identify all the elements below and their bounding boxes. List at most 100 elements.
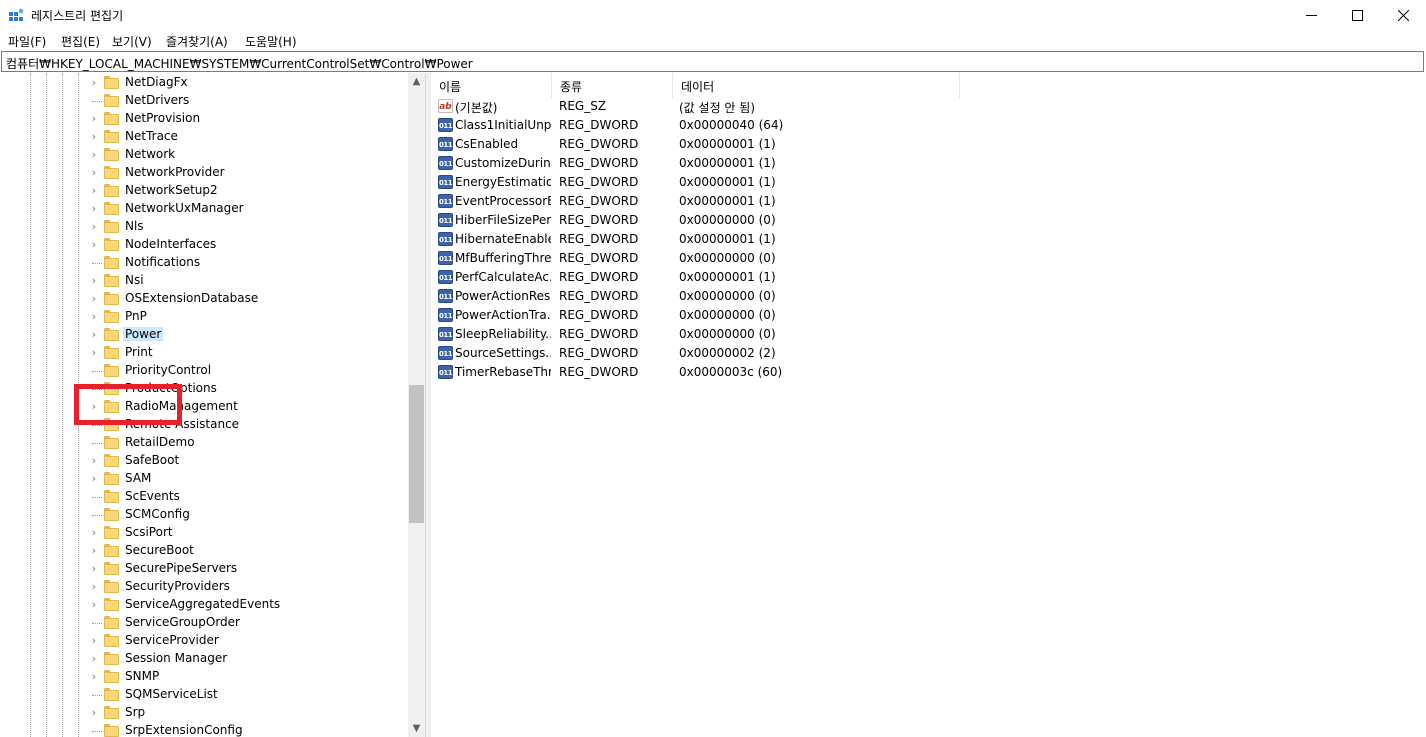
address-path[interactable]: 컴퓨터₩HKEY_LOCAL_MACHINE₩SYSTEM₩CurrentCon…	[6, 55, 473, 72]
chevron-right-icon[interactable]: ›	[88, 148, 100, 162]
column-header-type[interactable]: 종류	[552, 73, 673, 98]
address-bar[interactable]: 컴퓨터₩HKEY_LOCAL_MACHINE₩SYSTEM₩CurrentCon…	[1, 51, 1424, 72]
value-row[interactable]: 011Class1InitialUnp... REG_DWORD 0x0000004…	[431, 116, 1426, 135]
chevron-right-icon[interactable]: ›	[88, 184, 100, 198]
scrollbar-thumb[interactable]	[409, 385, 424, 523]
tree-item[interactable]: › NodeInterfaces	[88, 236, 408, 254]
value-row[interactable]: 011EnergyEstimatio... REG_DWORD 0x00000001…	[431, 173, 1426, 192]
tree-item[interactable]: › SecureBoot	[88, 542, 408, 560]
menu-favorites[interactable]: 즐겨찾기(A)	[166, 33, 228, 50]
dword-value-icon: 011	[438, 137, 453, 151]
value-row[interactable]: 011 SleepReliability... REG_DWORD 0x0000000…	[431, 325, 1426, 344]
column-header-name[interactable]: 이름	[431, 73, 552, 98]
value-row[interactable]: 011PowerActionRes... REG_DWORD 0x00000000 …	[431, 287, 1426, 306]
tree-item[interactable]: SQMServiceList	[88, 686, 408, 704]
chevron-right-icon[interactable]: ›	[88, 544, 100, 558]
tree-item[interactable]: › SecurityProviders	[88, 578, 408, 596]
value-row[interactable]: 011 CsEnabled REG_DWORD 0x00000001 (1)	[431, 135, 1426, 154]
value-row[interactable]: 011CustomizeDurin... REG_DWORD 0x00000001 …	[431, 154, 1426, 173]
tree-item-label: Session Manager	[125, 651, 228, 665]
value-row[interactable]: 011 PowerActionTra... REG_DWORD 0x00000000 …	[431, 306, 1426, 325]
tree-item[interactable]: › NetTrace	[88, 128, 408, 146]
value-row[interactable]: ab (기본값) REG_SZ (값 설정 안 됨)	[431, 97, 1426, 116]
tree-item[interactable]: › ServiceProvider	[88, 632, 408, 650]
tree-item[interactable]: › SAM	[88, 470, 408, 488]
tree-item[interactable]: › SNMP	[88, 668, 408, 686]
tree-item[interactable]: ScEvents	[88, 488, 408, 506]
folder-icon	[104, 724, 119, 737]
chevron-right-icon[interactable]: ›	[88, 634, 100, 648]
chevron-right-icon[interactable]: ›	[88, 328, 100, 342]
value-name: HiberFileSizePer...	[455, 213, 551, 227]
tree-item[interactable]: › NetworkSetup2	[88, 182, 408, 200]
tree-item[interactable]: › ScsiPort	[88, 524, 408, 542]
tree-item[interactable]: › Nls	[88, 218, 408, 236]
tree-item[interactable]: › NetworkProvider	[88, 164, 408, 182]
chevron-right-icon[interactable]: ›	[88, 130, 100, 144]
chevron-right-icon[interactable]: ›	[88, 76, 100, 90]
tree-item[interactable]: › OSExtensionDatabase	[88, 290, 408, 308]
value-row[interactable]: 011EventProcessorE... REG_DWORD 0x00000001…	[431, 192, 1426, 211]
minimize-button[interactable]	[1288, 0, 1334, 30]
tree-item[interactable]: › Session Manager	[88, 650, 408, 668]
tree-connector-line	[92, 263, 102, 264]
chevron-right-icon[interactable]: ›	[88, 706, 100, 720]
value-row[interactable]: 011 PerfCalculateAc... REG_DWORD 0x00000001…	[431, 268, 1426, 287]
tree-item[interactable]: RetailDemo	[88, 434, 408, 452]
value-row[interactable]: 011 HiberFileSizePer... REG_DWORD 0x0000000…	[431, 211, 1426, 230]
close-button[interactable]	[1380, 0, 1426, 30]
tree-item[interactable]: › Print	[88, 344, 408, 362]
folder-icon	[104, 76, 119, 89]
value-row[interactable]: 011 SourceSettings... REG_DWORD 0x00000002 …	[431, 344, 1426, 363]
chevron-right-icon[interactable]: ›	[88, 454, 100, 468]
tree-item[interactable]: NetDrivers	[88, 92, 408, 110]
chevron-right-icon[interactable]: ›	[88, 670, 100, 684]
chevron-right-icon[interactable]: ›	[88, 274, 100, 288]
folder-icon	[104, 310, 119, 323]
tree-item[interactable]: Notifications	[88, 254, 408, 272]
value-row[interactable]: 011MfBufferingThre... REG_DWORD 0x00000000…	[431, 249, 1426, 268]
tree-item[interactable]: ServiceGroupOrder	[88, 614, 408, 632]
value-row[interactable]: 011HibernateEnable... REG_DWORD 0x00000001…	[431, 230, 1426, 249]
tree-item[interactable]: › Network	[88, 146, 408, 164]
chevron-right-icon[interactable]: ›	[88, 526, 100, 540]
tree-item[interactable]: PriorityControl	[88, 362, 408, 380]
tree-item[interactable]: › PnP	[88, 308, 408, 326]
chevron-right-icon[interactable]: ›	[88, 220, 100, 234]
chevron-right-icon[interactable]: ›	[88, 598, 100, 612]
chevron-right-icon[interactable]: ›	[88, 112, 100, 126]
chevron-right-icon[interactable]: ›	[88, 652, 100, 666]
chevron-right-icon[interactable]: ›	[88, 202, 100, 216]
menu-edit[interactable]: 편집(E)	[61, 33, 100, 50]
maximize-button[interactable]	[1334, 0, 1380, 30]
tree-item-label: SecureBoot	[125, 543, 194, 557]
tree-item[interactable]: › Nsi	[88, 272, 408, 290]
tree-item[interactable]: › NetProvision	[88, 110, 408, 128]
tree-scrollbar[interactable]: ▲ ▼	[408, 73, 425, 737]
menu-file[interactable]: 파일(F)	[8, 33, 46, 50]
chevron-right-icon[interactable]: ›	[88, 472, 100, 486]
menu-help[interactable]: 도움말(H)	[245, 33, 297, 50]
chevron-right-icon[interactable]: ›	[88, 346, 100, 360]
chevron-right-icon[interactable]: ›	[88, 238, 100, 252]
tree-item[interactable]: › NetDiagFx	[88, 74, 408, 92]
scroll-down-icon[interactable]: ▼	[408, 720, 425, 737]
column-header-data[interactable]: 데이터	[673, 73, 960, 98]
chevron-right-icon[interactable]: ›	[88, 166, 100, 180]
value-row[interactable]: 011TimerRebaseThr... REG_DWORD 0x0000003c …	[431, 363, 1426, 382]
tree-item[interactable]: › Power	[88, 326, 408, 344]
tree-item[interactable]: SCMConfig	[88, 506, 408, 524]
tree-item[interactable]: › NetworkUxManager	[88, 200, 408, 218]
tree-item[interactable]: › SecurePipeServers	[88, 560, 408, 578]
chevron-right-icon[interactable]: ›	[88, 310, 100, 324]
scroll-up-icon[interactable]: ▲	[408, 73, 425, 90]
chevron-right-icon[interactable]: ›	[88, 292, 100, 306]
chevron-right-icon[interactable]: ›	[88, 580, 100, 594]
tree-item[interactable]: › SafeBoot	[88, 452, 408, 470]
tree-item[interactable]: › ServiceAggregatedEvents	[88, 596, 408, 614]
menu-view[interactable]: 보기(V)	[112, 33, 152, 50]
value-type: REG_DWORD	[559, 289, 639, 303]
chevron-right-icon[interactable]: ›	[88, 562, 100, 576]
tree-item[interactable]: SrpExtensionConfig	[88, 722, 408, 737]
tree-item[interactable]: › Srp	[88, 704, 408, 722]
